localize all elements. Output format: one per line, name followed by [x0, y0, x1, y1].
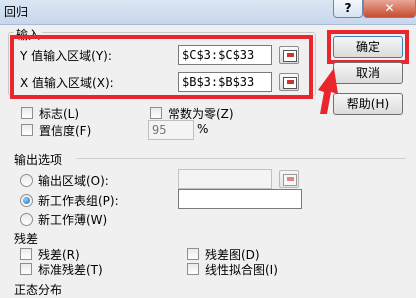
question-icon: ? [344, 1, 352, 15]
labels-checkbox[interactable] [21, 107, 33, 119]
new-workbook-label: 新工作薄(W) [38, 213, 108, 227]
confidence-label: 置信度(F) [39, 124, 92, 138]
title-bar: 回归 ? ✕ [0, 0, 416, 25]
percent-sign: % [197, 122, 209, 136]
output-options-legend: 输出选项 [14, 153, 63, 167]
new-workbook-radio[interactable] [20, 213, 33, 226]
confidence-checkbox[interactable] [21, 124, 33, 136]
help-title-button[interactable]: ? [333, 0, 363, 18]
constant-zero-checkbox[interactable] [150, 107, 162, 119]
line-fit-plots-label: 线性拟合图(I) [205, 263, 278, 277]
residuals-checkbox[interactable] [20, 248, 32, 260]
line-fit-plots-checkbox[interactable] [187, 263, 199, 275]
standardized-residuals-checkbox[interactable] [20, 263, 32, 275]
new-worksheet-radio[interactable] [20, 194, 33, 207]
close-button[interactable]: ✕ [363, 0, 416, 18]
input-highlight-box [10, 35, 313, 99]
window-title: 回归 [4, 5, 29, 19]
new-worksheet-input[interactable] [178, 189, 302, 209]
output-options-divider [76, 158, 406, 159]
standardized-residuals-label: 标准残差(T) [38, 263, 103, 277]
confidence-input[interactable]: 95 [148, 120, 194, 140]
normal-probability-legend: 正态分布 [14, 283, 63, 297]
residuals-legend: 残差 [14, 232, 39, 246]
output-range-input[interactable] [178, 169, 272, 189]
new-worksheet-label: 新工作表组(P): [38, 194, 119, 208]
output-range-label: 输出区域(O): [38, 174, 109, 188]
close-icon: ✕ [384, 1, 395, 15]
labels-checkbox-label: 标志(L) [39, 107, 80, 121]
ok-highlight-box [327, 30, 409, 64]
output-range-picker-button[interactable] [279, 170, 299, 188]
annotation-arrow-icon [318, 68, 338, 114]
output-range-radio[interactable] [20, 174, 33, 187]
residual-plots-checkbox[interactable] [187, 248, 199, 260]
